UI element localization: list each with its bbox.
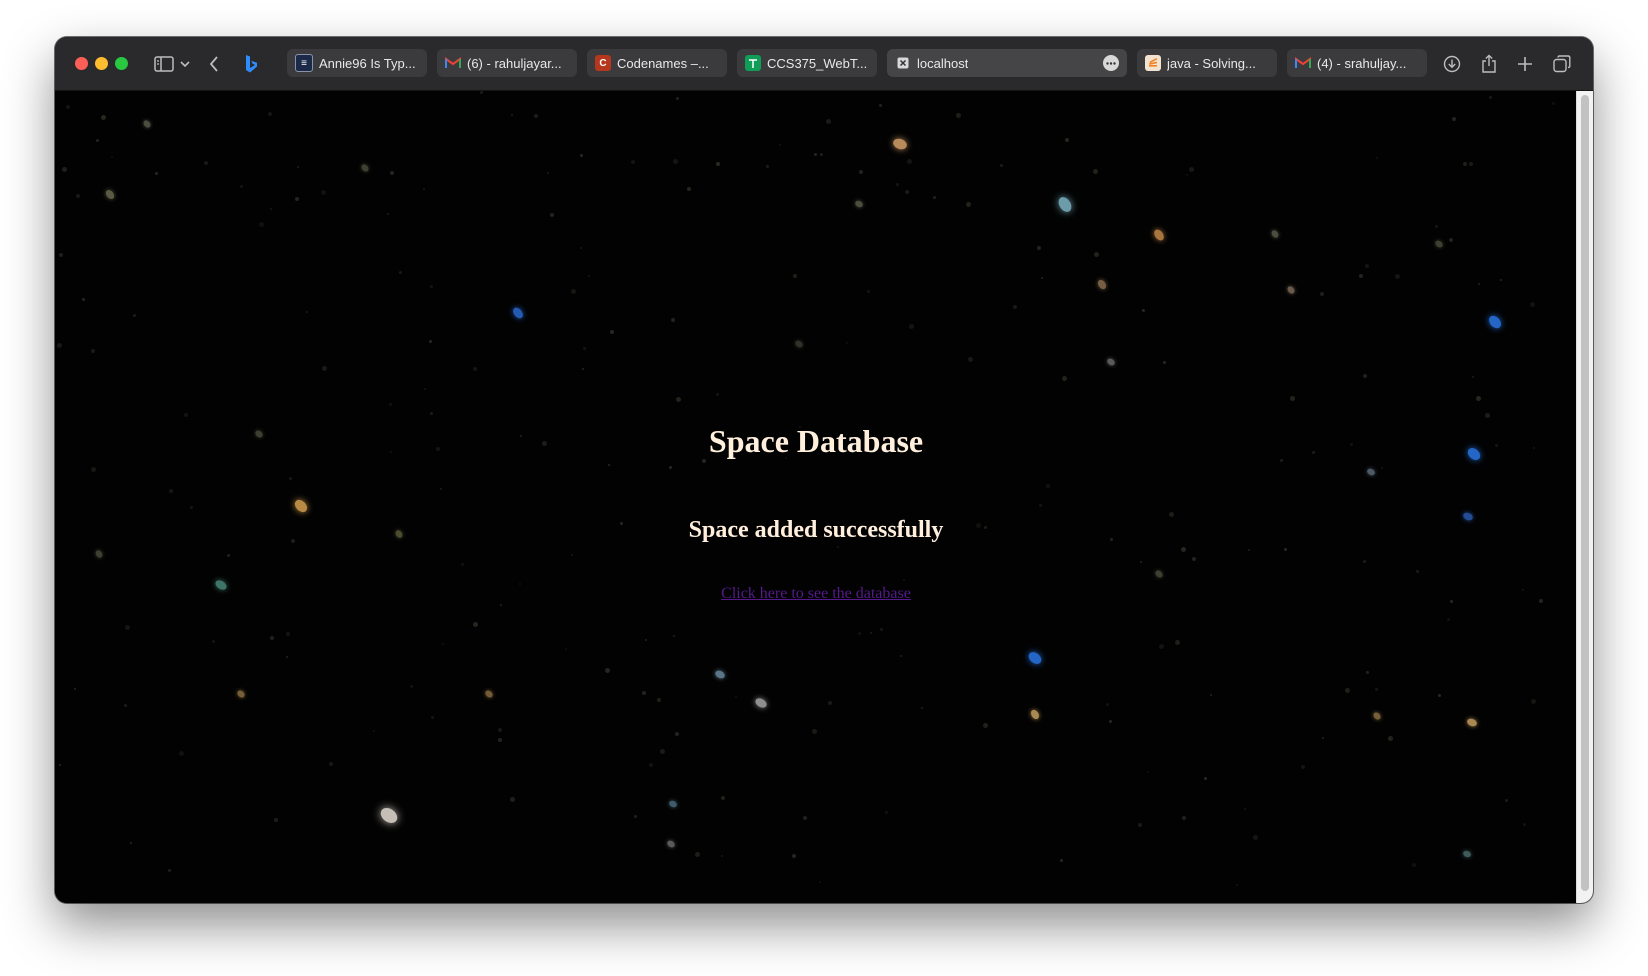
page-body: Space Database Space added successfully … [55, 91, 1577, 903]
tab-java-solving[interactable]: java - Solving... [1137, 49, 1277, 77]
share-icon[interactable] [1476, 51, 1502, 77]
tab-annie96[interactable]: ≡ Annie96 Is Typ... [287, 49, 427, 77]
codenames-icon: C [595, 55, 611, 71]
page-content: Space Database Space added successfully … [55, 91, 1577, 903]
tab-ccs375[interactable]: CCS375_WebT... [737, 49, 877, 77]
tab-label: localhost [917, 55, 969, 71]
tab-label: Annie96 Is Typ... [319, 55, 416, 71]
tab-label: CCS375_WebT... [767, 55, 868, 71]
minimize-window-button[interactable] [95, 57, 108, 70]
view-database-link[interactable]: Click here to see the database [55, 585, 1577, 603]
chevron-down-icon[interactable] [177, 51, 193, 77]
stackoverflow-icon [1145, 55, 1161, 71]
gmail-icon [445, 55, 461, 71]
browser-toolbar: ≡ Annie96 Is Typ... (6) - rahuljayar... … [55, 37, 1593, 91]
bing-icon[interactable] [238, 51, 264, 77]
tab-localhost[interactable]: localhost [887, 49, 1127, 77]
sheets-icon [745, 55, 761, 71]
document-icon: ≡ [295, 54, 313, 72]
success-message: Space added successfully [688, 517, 944, 543]
more-options-icon[interactable] [1103, 55, 1119, 71]
tab-label: java - Solving... [1167, 55, 1256, 71]
sidebar-toggle-icon[interactable] [151, 51, 177, 77]
close-window-button[interactable] [75, 57, 88, 70]
scrollbar-thumb[interactable] [1581, 95, 1589, 891]
new-tab-icon[interactable] [1512, 51, 1538, 77]
close-tab-icon[interactable] [895, 55, 911, 71]
tab-gmail-rahuljayar[interactable]: (6) - rahuljayar... [437, 49, 577, 77]
tab-gmail-srahuljay[interactable]: (4) - srahuljay... [1287, 49, 1427, 77]
maximize-window-button[interactable] [115, 57, 128, 70]
download-icon[interactable] [1439, 51, 1465, 77]
tab-label: Codenames –... [617, 55, 709, 71]
tab-label: (4) - srahuljay... [1317, 55, 1407, 71]
tab-overview-icon[interactable] [1549, 51, 1575, 77]
page-title: Space Database [708, 423, 924, 459]
browser-window: ≡ Annie96 Is Typ... (6) - rahuljayar... … [55, 37, 1593, 903]
tab-label: (6) - rahuljayar... [467, 55, 562, 71]
gmail-icon [1295, 55, 1311, 71]
tab-codenames[interactable]: C Codenames –... [587, 49, 727, 77]
back-icon[interactable] [201, 51, 227, 77]
vertical-scrollbar[interactable] [1576, 91, 1593, 903]
